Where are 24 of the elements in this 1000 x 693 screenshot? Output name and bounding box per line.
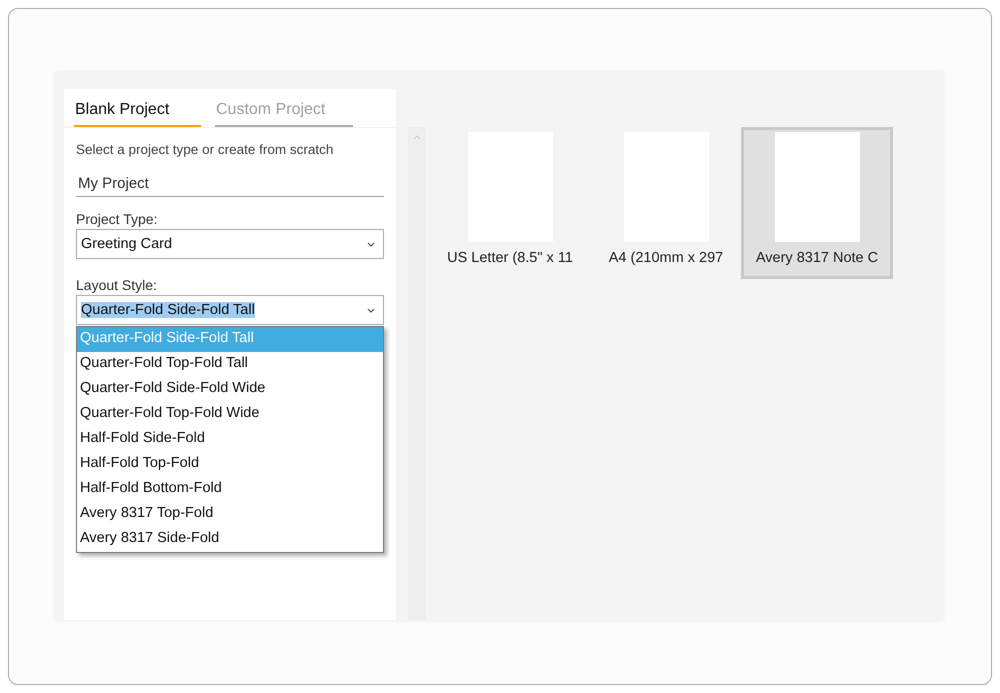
dropdown-option[interactable]: Half-Fold Top-Fold	[77, 452, 383, 477]
scroll-bar[interactable]	[408, 127, 426, 620]
chevron-up-icon	[413, 135, 421, 140]
dropdown-option[interactable]: Quarter-Fold Top-Fold Wide	[77, 402, 383, 427]
dropdown-option[interactable]: Half-Fold Side-Fold	[77, 427, 383, 452]
project-type-dropdown[interactable]: Greeting Card	[76, 229, 384, 259]
chevron-down-icon	[367, 308, 375, 312]
paper-size-label: A4 (210mm x 297	[608, 250, 724, 266]
instruction-text: Select a project type or create from scratch	[76, 142, 334, 157]
layout-style-dropdown[interactable]: Quarter-Fold Side-Fold Tall	[76, 295, 384, 325]
dropdown-option[interactable]: Avery 8317 Side-Fold	[77, 527, 383, 552]
chevron-down-icon	[367, 242, 375, 246]
paper-size-label: Avery 8317 Note C	[756, 250, 878, 266]
dropdown-option[interactable]: Half-Fold Bottom-Fold	[77, 477, 383, 502]
dropdown-option[interactable]: Quarter-Fold Top-Fold Tall	[77, 352, 383, 377]
tab[interactable]: Blank Project	[74, 89, 201, 127]
dropdown-option[interactable]: Quarter-Fold Side-Fold Wide	[77, 377, 383, 402]
paper-size-tile[interactable]: Avery 8317 Note C	[741, 127, 893, 279]
paper-size-label: US Letter (8.5" x 11	[447, 250, 573, 266]
field-label: Project Type:	[76, 211, 158, 227]
paper-size-tile[interactable]: A4 (210mm x 297	[591, 127, 741, 279]
dropdown-option[interactable]: Avery 8317 Top-Fold	[77, 502, 383, 527]
field-label: Layout Style:	[76, 277, 158, 293]
paper-size-tile[interactable]: US Letter (8.5" x 11	[434, 127, 586, 279]
